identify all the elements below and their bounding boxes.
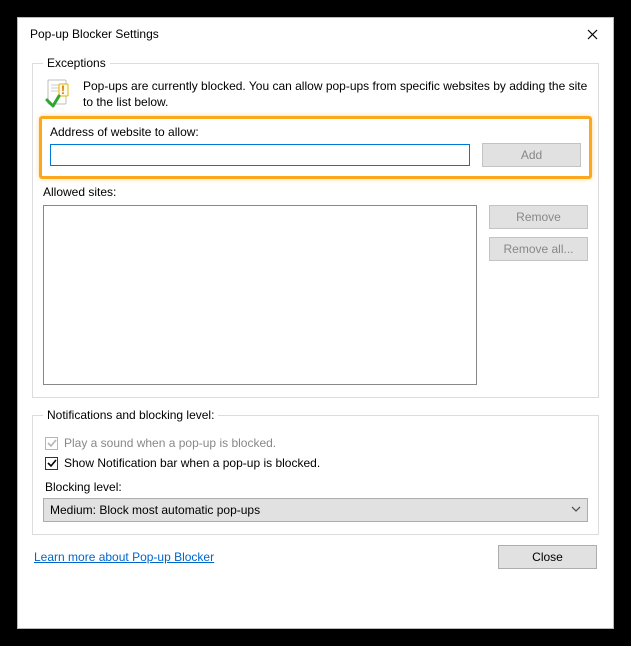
- close-button[interactable]: Close: [498, 545, 597, 569]
- intro-row: ! Pop-ups are currently blocked. You can…: [43, 78, 588, 110]
- footer: Learn more about Pop-up Blocker Close: [32, 545, 599, 569]
- chevron-down-icon: [571, 503, 581, 517]
- address-label: Address of website to allow:: [50, 125, 581, 139]
- bar-label: Show Notification bar when a pop-up is b…: [64, 456, 320, 470]
- svg-text:!: !: [61, 83, 65, 97]
- blocking-label: Blocking level:: [45, 480, 588, 494]
- address-highlight: Address of website to allow: Add: [39, 116, 592, 179]
- close-icon[interactable]: [579, 21, 605, 47]
- blocking-level-value: Medium: Block most automatic pop-ups: [50, 503, 260, 517]
- sound-checkbox-row: Play a sound when a pop-up is blocked.: [45, 436, 588, 450]
- notifications-legend: Notifications and blocking level:: [43, 408, 218, 422]
- document-icon: !: [43, 78, 75, 110]
- exceptions-legend: Exceptions: [43, 56, 110, 70]
- sound-checkbox: [45, 437, 58, 450]
- client-area: Exceptions ! Pop-ups are currently block…: [18, 50, 613, 581]
- bar-checkbox-row[interactable]: Show Notification bar when a pop-up is b…: [45, 456, 588, 470]
- settings-window: Pop-up Blocker Settings Exceptions !: [17, 17, 614, 629]
- sound-label: Play a sound when a pop-up is blocked.: [64, 436, 276, 450]
- remove-all-button[interactable]: Remove all...: [489, 237, 588, 261]
- page-title: Pop-up Blocker Settings: [30, 27, 159, 41]
- allowed-sites-list[interactable]: [43, 205, 477, 385]
- blocking-level-select[interactable]: Medium: Block most automatic pop-ups: [43, 498, 588, 522]
- intro-text: Pop-ups are currently blocked. You can a…: [83, 78, 588, 110]
- learn-more-link[interactable]: Learn more about Pop-up Blocker: [34, 550, 214, 564]
- remove-button[interactable]: Remove: [489, 205, 588, 229]
- exceptions-group: Exceptions ! Pop-ups are currently block…: [32, 56, 599, 398]
- allowed-label: Allowed sites:: [43, 185, 588, 199]
- add-button[interactable]: Add: [482, 143, 581, 167]
- titlebar: Pop-up Blocker Settings: [18, 18, 613, 50]
- address-input[interactable]: [50, 144, 470, 166]
- bar-checkbox[interactable]: [45, 457, 58, 470]
- notifications-group: Notifications and blocking level: Play a…: [32, 408, 599, 535]
